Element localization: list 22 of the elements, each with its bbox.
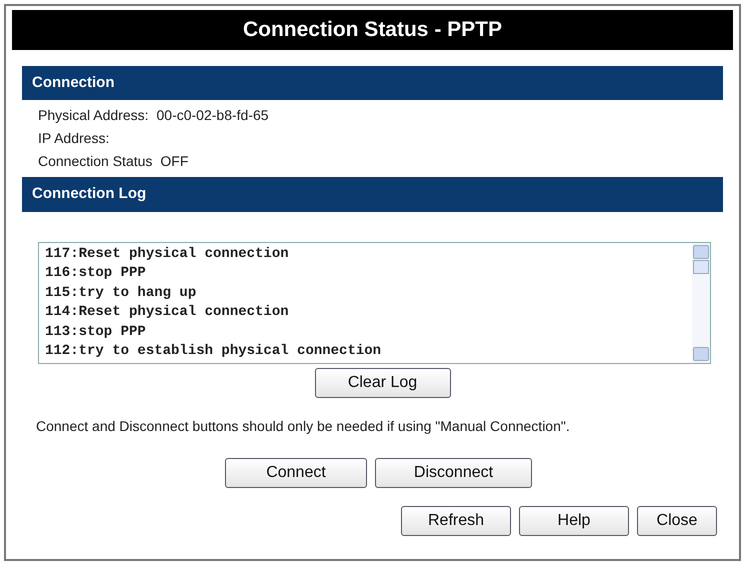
window-title: Connection Status - PPTP: [12, 10, 733, 50]
log-line: 114:Reset physical connection: [45, 303, 290, 322]
log-line: 112:try to establish physical connection: [45, 342, 382, 361]
field-label: Physical Address:: [38, 106, 148, 125]
note-text: Connect and Disconnect buttons should only be needed if using "Manual Connection".: [35, 416, 571, 436]
log-line: 115:try to hang up: [45, 284, 198, 302]
field-value: OFF: [160, 152, 188, 171]
button[interactable]: Close: [637, 506, 717, 536]
section-header: Connection Log: [22, 177, 723, 212]
button[interactable]: Refresh: [401, 506, 511, 536]
field-value: 00-c0-02-b8-fd-65: [156, 106, 269, 125]
log-line: 117:Reset physical connection: [45, 244, 290, 264]
scroll-thumb[interactable]: [693, 260, 709, 274]
field-label: IP Address:: [38, 129, 110, 148]
button[interactable]: Disconnect: [375, 458, 532, 488]
log-line: 113:stop PPP: [45, 322, 147, 342]
section-header: Connection: [22, 66, 723, 100]
log-line: 116:stop PPP: [45, 264, 147, 283]
field-label: Connection Status: [38, 152, 152, 171]
button[interactable]: Connect: [225, 458, 367, 488]
button[interactable]: Clear Log: [314, 368, 450, 398]
button[interactable]: Help: [519, 506, 629, 536]
